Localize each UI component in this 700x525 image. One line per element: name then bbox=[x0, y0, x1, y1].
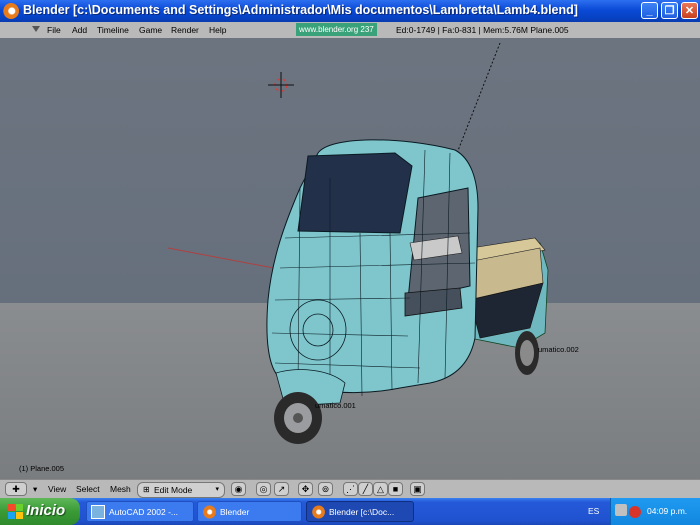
menu-view[interactable]: View bbox=[48, 484, 66, 494]
edge-select-icon[interactable]: ╱ bbox=[358, 482, 373, 496]
system-tray: 04:09 p.m. bbox=[610, 498, 700, 525]
render-view-icon[interactable]: ▣ bbox=[410, 482, 425, 496]
windows-taskbar: Inicio AutoCAD 2002 -... Blender Blender… bbox=[0, 498, 700, 525]
frame-info: (1) Plane.005 bbox=[19, 464, 65, 473]
task-blender-file[interactable]: Blender [c:\Doc... bbox=[306, 501, 414, 522]
menu-render[interactable]: Render bbox=[171, 25, 199, 35]
title-bar: Blender [c:\Documents and Settings\Admin… bbox=[0, 0, 700, 22]
pivot-icon[interactable]: ◎ bbox=[256, 482, 271, 496]
menu-game[interactable]: Game bbox=[139, 25, 162, 35]
3d-viewport[interactable]: umatico.002 umatico.001 (1) Plane.005 bbox=[0, 38, 700, 479]
scene-stats: Ed:0-1749 | Fa:0-831 | Mem:5.76M Plane.0… bbox=[396, 25, 569, 35]
task-blender[interactable]: Blender bbox=[197, 501, 302, 522]
menu-mesh[interactable]: Mesh bbox=[110, 484, 131, 494]
mode-label: Edit Mode bbox=[154, 485, 193, 495]
language-indicator[interactable]: ES bbox=[588, 506, 599, 516]
object-label-umatico-001: umatico.001 bbox=[315, 401, 356, 410]
window-type-icon[interactable] bbox=[32, 26, 40, 32]
minimize-button[interactable]: _ bbox=[641, 2, 658, 19]
clock: 04:09 p.m. bbox=[647, 506, 688, 516]
start-button[interactable]: Inicio bbox=[0, 498, 80, 525]
menu-help[interactable]: Help bbox=[209, 25, 226, 35]
restore-button[interactable]: ❐ bbox=[661, 2, 678, 19]
3d-cursor-icon bbox=[268, 72, 294, 98]
face-select-icon[interactable]: △ bbox=[373, 482, 388, 496]
start-label: Inicio bbox=[26, 502, 66, 519]
close-button[interactable]: ✕ bbox=[681, 2, 698, 19]
blender-icon bbox=[202, 505, 216, 519]
limit-selection-icon[interactable]: ■ bbox=[388, 482, 403, 496]
layer-icon[interactable]: ⊚ bbox=[318, 482, 333, 496]
3d-view-header: ✚ ▾ View Select Mesh ⊞ Edit Mode ▾ ◉ ◎ ↗… bbox=[0, 479, 700, 499]
task-autocad[interactable]: AutoCAD 2002 -... bbox=[86, 501, 194, 522]
front-wheel bbox=[274, 392, 322, 444]
cab-body bbox=[266, 139, 479, 397]
menu-add[interactable]: Add bbox=[72, 25, 87, 35]
draw-type-icon[interactable]: ◉ bbox=[231, 482, 246, 496]
menu-select[interactable]: Select bbox=[76, 484, 100, 494]
rear-wheel bbox=[515, 331, 539, 375]
info-menubar: File Add Timeline Game Render Help www.b… bbox=[0, 22, 700, 39]
network-icon[interactable] bbox=[615, 504, 627, 516]
windows-logo-icon bbox=[8, 504, 23, 519]
menu-file[interactable]: File bbox=[47, 25, 61, 35]
object-label-umatico-002: umatico.002 bbox=[538, 345, 579, 354]
task-label: AutoCAD 2002 -... bbox=[109, 507, 178, 517]
scene-svg bbox=[167, 42, 549, 444]
window-title: Blender [c:\Documents and Settings\Admin… bbox=[23, 3, 578, 17]
autocad-icon bbox=[91, 505, 105, 519]
editor-type-icon[interactable]: ✚ bbox=[5, 482, 27, 496]
mode-icon: ⊞ bbox=[143, 485, 150, 494]
task-label: Blender [c:\Doc... bbox=[329, 507, 395, 517]
manipulator-icon[interactable]: ↗ bbox=[274, 482, 289, 496]
menu-toggle-icon[interactable]: ▾ bbox=[33, 484, 37, 495]
mode-select[interactable]: ⊞ Edit Mode ▾ bbox=[137, 482, 225, 498]
blender-icon bbox=[311, 505, 325, 519]
security-alert-icon[interactable] bbox=[629, 506, 641, 518]
blender-org-badge: www.blender.org 237 bbox=[296, 23, 377, 36]
translate-icon[interactable]: ✥ bbox=[298, 482, 313, 496]
menu-timeline[interactable]: Timeline bbox=[97, 25, 129, 35]
blender-logo-icon bbox=[3, 3, 19, 19]
chevron-down-icon: ▾ bbox=[215, 486, 219, 493]
vertex-select-icon[interactable]: ⋰ bbox=[343, 482, 358, 496]
task-label: Blender bbox=[220, 507, 250, 517]
